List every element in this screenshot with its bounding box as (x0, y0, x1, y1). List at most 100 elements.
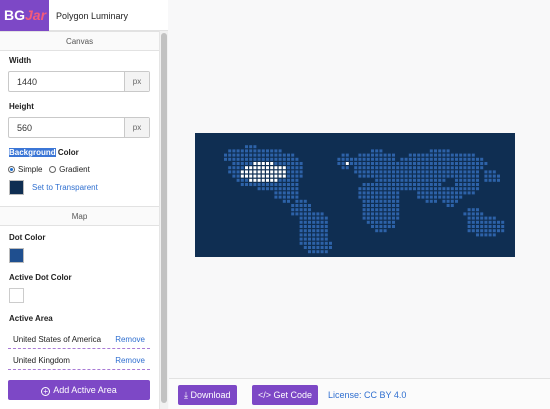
map-dot (303, 220, 307, 224)
map-dot (253, 149, 257, 153)
map-dot (366, 162, 370, 165)
height-input[interactable] (9, 118, 126, 137)
map-dot (362, 183, 366, 186)
add-active-area-button[interactable]: + Add Active Area (8, 380, 150, 400)
map-dot (371, 204, 374, 207)
download-button[interactable]: ⤓ Download (178, 385, 237, 405)
map-dot (404, 157, 408, 161)
map-dot (492, 225, 496, 228)
active-map-dot (253, 162, 257, 165)
sidebar: BGJar Polygon Luminary Canvas Width px H… (0, 0, 168, 409)
map-dot (291, 204, 295, 207)
map-dot (308, 204, 311, 207)
active-map-dot (266, 162, 269, 165)
active-map-dot (266, 166, 269, 170)
map-dot (450, 204, 454, 207)
map-dot (345, 157, 349, 161)
map-dot (371, 149, 374, 153)
map-dot (354, 166, 358, 170)
map-dot (492, 170, 496, 174)
map-dot (463, 174, 467, 178)
map-dot (354, 170, 358, 174)
map-dot (471, 191, 475, 195)
map-dot (362, 153, 366, 157)
map-dot (316, 212, 320, 216)
radio-simple[interactable]: Simple (8, 165, 42, 174)
map-dot (434, 149, 437, 153)
map-dot (362, 199, 366, 203)
remove-area-link[interactable]: Remove (115, 356, 145, 365)
map-dot (463, 183, 467, 186)
map-dot (383, 225, 387, 228)
map-dot (379, 204, 383, 207)
map-dot (308, 241, 311, 245)
map-dot (282, 162, 286, 165)
remove-area-link[interactable]: Remove (115, 335, 145, 344)
get-code-button[interactable]: </> Get Code (252, 385, 319, 405)
map-dot (396, 195, 400, 199)
map-dot (438, 174, 442, 178)
radio-gradient[interactable]: Gradient (49, 165, 90, 174)
map-dot (270, 153, 274, 157)
width-input[interactable] (9, 72, 126, 91)
map-dot (476, 187, 479, 191)
map-dot (442, 149, 446, 153)
map-dot (400, 157, 404, 161)
map-dot (366, 208, 370, 212)
map-dot (446, 153, 450, 157)
sidebar-scrollbar[interactable] (159, 31, 168, 409)
map-dot (413, 153, 416, 157)
dot-color-swatch[interactable] (9, 248, 24, 263)
background-color-swatch[interactable] (9, 180, 24, 195)
map-dot (291, 212, 295, 216)
map-dot (329, 241, 332, 245)
map-dot (299, 170, 303, 174)
map-dot (345, 166, 349, 170)
map-dot (257, 187, 261, 191)
map-dot (392, 187, 395, 191)
active-dot-color-swatch[interactable] (9, 288, 24, 303)
map-dot (488, 229, 492, 233)
scrollbar-thumb[interactable] (161, 33, 167, 403)
active-map-dot (257, 162, 261, 165)
map-dot (358, 157, 362, 161)
license-link[interactable]: License: CC BY 4.0 (328, 390, 406, 400)
map-dot (320, 225, 324, 228)
radio-gradient-icon[interactable] (49, 166, 57, 173)
map-dot (366, 212, 370, 216)
map-dot (245, 145, 248, 149)
map-dot (434, 153, 437, 157)
map-dot (375, 191, 379, 195)
map-dot (303, 229, 307, 233)
map-dot (224, 153, 227, 157)
map-dot (450, 191, 454, 195)
radio-simple-icon[interactable] (8, 166, 15, 173)
map-dot (471, 170, 475, 174)
map-dot (421, 162, 425, 165)
map-dot (228, 166, 232, 170)
map-dot (329, 246, 332, 249)
map-dot (320, 237, 324, 241)
active-map-dot (257, 166, 261, 170)
map-dot (392, 162, 395, 165)
active-map-dot (266, 178, 269, 182)
map-dot (413, 183, 416, 186)
map-dot (425, 187, 429, 191)
bgjar-logo[interactable]: BGJar (0, 0, 49, 31)
map-dot (404, 187, 408, 191)
map-dot (232, 170, 236, 174)
map-dot (324, 216, 328, 220)
map-dot (442, 153, 446, 157)
map-dot (379, 166, 383, 170)
map-dot (287, 187, 290, 191)
active-map-dot (270, 166, 274, 170)
map-dot (438, 178, 442, 182)
map-dot (383, 229, 387, 233)
map-dot (303, 225, 307, 228)
map-dot (312, 216, 316, 220)
map-dot (459, 195, 463, 199)
set-transparent-link[interactable]: Set to Transparent (32, 183, 98, 192)
map-dot (375, 157, 379, 161)
map-dot (379, 191, 383, 195)
map-dot (278, 187, 282, 191)
